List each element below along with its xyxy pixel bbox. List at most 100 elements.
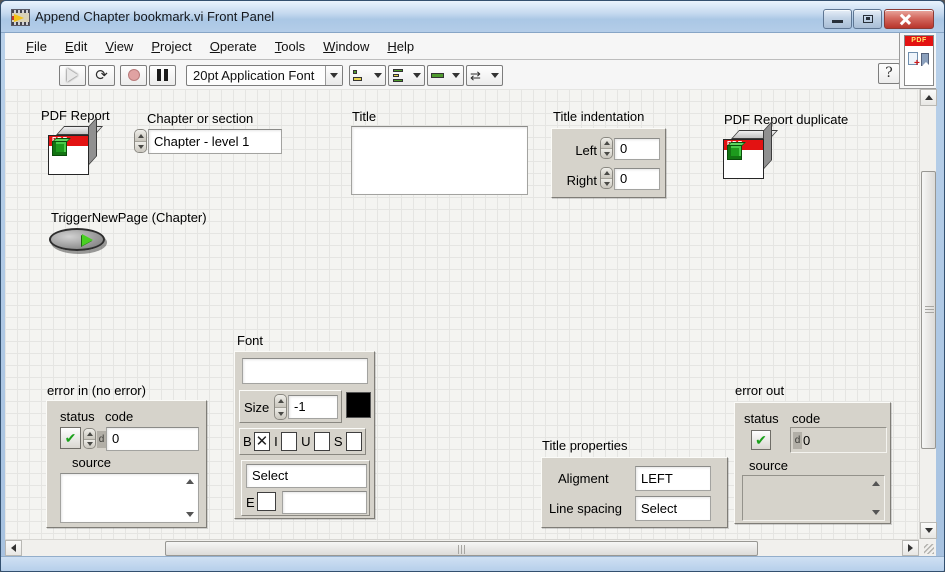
code-value[interactable]: 0	[106, 427, 199, 451]
font-selector[interactable]: 20pt Application Font	[186, 65, 343, 86]
increment-icon[interactable]	[275, 395, 286, 407]
align-objects-button[interactable]	[349, 65, 386, 86]
decrement-icon[interactable]	[601, 148, 612, 158]
decrement-icon[interactable]	[275, 407, 286, 419]
pdf-report-refnum[interactable]: PDF	[47, 126, 99, 176]
close-button[interactable]	[884, 9, 934, 29]
menu-help[interactable]: Help	[378, 35, 423, 58]
strike-label: S	[334, 434, 343, 449]
distribute-objects-button[interactable]	[388, 65, 425, 86]
title-properties-cluster: Aligment LEFT Line spacing Select	[541, 457, 728, 528]
increment-icon[interactable]	[135, 130, 146, 141]
pause-button[interactable]	[149, 65, 176, 86]
strike-checkbox[interactable]	[346, 432, 362, 451]
left-indent-spinner[interactable]	[600, 137, 613, 159]
abort-button[interactable]	[120, 65, 147, 86]
alignment-label: Aligment	[558, 471, 609, 486]
menu-operate[interactable]: Operate	[201, 35, 266, 58]
decrement-icon[interactable]	[601, 178, 612, 188]
context-help-button[interactable]: ?	[878, 63, 900, 84]
line-spacing-ring[interactable]: Select	[635, 496, 711, 521]
menu-edit[interactable]: Edit	[56, 35, 96, 58]
e-checkbox[interactable]	[257, 492, 276, 511]
e-value-input[interactable]	[282, 491, 367, 514]
font-selector-arrow[interactable]	[325, 66, 342, 85]
toolbar: ⟳ 20pt Application Font ⇄	[5, 61, 899, 89]
abort-icon	[128, 69, 140, 81]
run-continuously-button[interactable]: ⟳	[88, 65, 115, 86]
chapter-ring-value[interactable]: Chapter - level 1	[148, 129, 282, 154]
underline-checkbox[interactable]	[314, 432, 330, 451]
code-indicator: d 0	[790, 427, 887, 453]
chevron-down-icon	[330, 73, 338, 78]
chapter-or-section-label: Chapter or section	[147, 111, 253, 126]
vi-icon[interactable]: PDF +	[904, 35, 934, 86]
vertical-scroll-thumb[interactable]	[921, 171, 936, 449]
align-objects-icon	[353, 69, 368, 82]
bold-checkbox[interactable]: ✕	[254, 432, 270, 451]
title-bar[interactable]: Append Chapter bookmark.vi Front Panel	[1, 1, 944, 33]
radix-indicator: d	[793, 432, 802, 449]
pdf-report-duplicate-refnum[interactable]: PDF	[722, 130, 774, 180]
thumb-grip	[925, 306, 934, 314]
window-chrome: File Edit View Project Operate Tools Win…	[5, 33, 936, 89]
menu-project[interactable]: Project	[142, 35, 200, 58]
scroll-right-button[interactable]	[902, 540, 919, 556]
horizontal-scroll-thumb[interactable]	[165, 541, 758, 556]
menu-tools[interactable]: Tools	[266, 35, 314, 58]
size-value[interactable]: -1	[288, 395, 338, 419]
line-spacing-label: Line spacing	[549, 501, 622, 516]
italic-checkbox[interactable]	[281, 432, 297, 451]
resize-objects-button[interactable]	[427, 65, 464, 86]
radix-indicator[interactable]: d	[97, 431, 106, 448]
horizontal-scrollbar[interactable]	[5, 539, 919, 556]
chapter-ring-spinner[interactable]	[134, 129, 147, 153]
right-indent-spinner[interactable]	[600, 167, 613, 189]
arrow-up-icon	[925, 95, 933, 100]
resize-grip[interactable]	[919, 539, 936, 556]
source-input[interactable]	[60, 473, 199, 523]
scroll-up-icon[interactable]	[872, 481, 880, 486]
decrement-icon[interactable]	[135, 141, 146, 152]
title-input[interactable]	[351, 126, 528, 195]
status-checkbox[interactable]: ✔	[60, 427, 81, 449]
scroll-left-button[interactable]	[5, 540, 22, 556]
minimize-button[interactable]	[823, 9, 852, 29]
font-selector-value: 20pt Application Font	[187, 68, 325, 83]
title-label: Title	[352, 109, 376, 124]
scroll-down-icon[interactable]	[186, 512, 194, 517]
menu-view[interactable]: View	[96, 35, 142, 58]
alignment-ring[interactable]: LEFT	[635, 466, 711, 491]
font-select-ring[interactable]: Select	[246, 464, 367, 488]
source-label: source	[749, 458, 788, 473]
increment-icon[interactable]	[84, 429, 95, 439]
menu-file[interactable]: File	[17, 35, 56, 58]
scroll-down-button[interactable]	[920, 522, 937, 539]
scroll-down-icon[interactable]	[872, 510, 880, 515]
font-color-box[interactable]	[346, 392, 371, 418]
size-spinner[interactable]	[274, 394, 287, 420]
increment-icon[interactable]	[601, 168, 612, 178]
right-indent-value[interactable]: 0	[614, 168, 660, 190]
window-title: Append Chapter bookmark.vi Front Panel	[35, 9, 274, 24]
scroll-up-button[interactable]	[920, 89, 937, 106]
status-label: status	[744, 411, 779, 426]
increment-icon[interactable]	[601, 138, 612, 148]
left-indent-label: Left	[564, 143, 597, 158]
font-name-input[interactable]	[242, 358, 368, 384]
e-label: E	[246, 495, 255, 510]
front-panel-grid: PDF Report PDF Chapter or section Chapte…	[5, 89, 919, 539]
scroll-up-icon[interactable]	[186, 479, 194, 484]
decrement-icon[interactable]	[84, 439, 95, 449]
trigger-new-page-button[interactable]	[49, 228, 105, 251]
left-indent-value[interactable]: 0	[614, 138, 660, 160]
vertical-scrollbar[interactable]	[919, 89, 936, 539]
code-spinner[interactable]	[83, 428, 96, 449]
chevron-down-icon	[413, 73, 421, 78]
run-button[interactable]	[59, 65, 86, 86]
reorder-button[interactable]: ⇄	[466, 65, 503, 86]
labview-front-panel-window: Append Chapter bookmark.vi Front Panel F…	[0, 0, 945, 572]
maximize-button[interactable]	[853, 9, 882, 29]
labview-vi-app-icon	[11, 9, 30, 26]
menu-window[interactable]: Window	[314, 35, 378, 58]
